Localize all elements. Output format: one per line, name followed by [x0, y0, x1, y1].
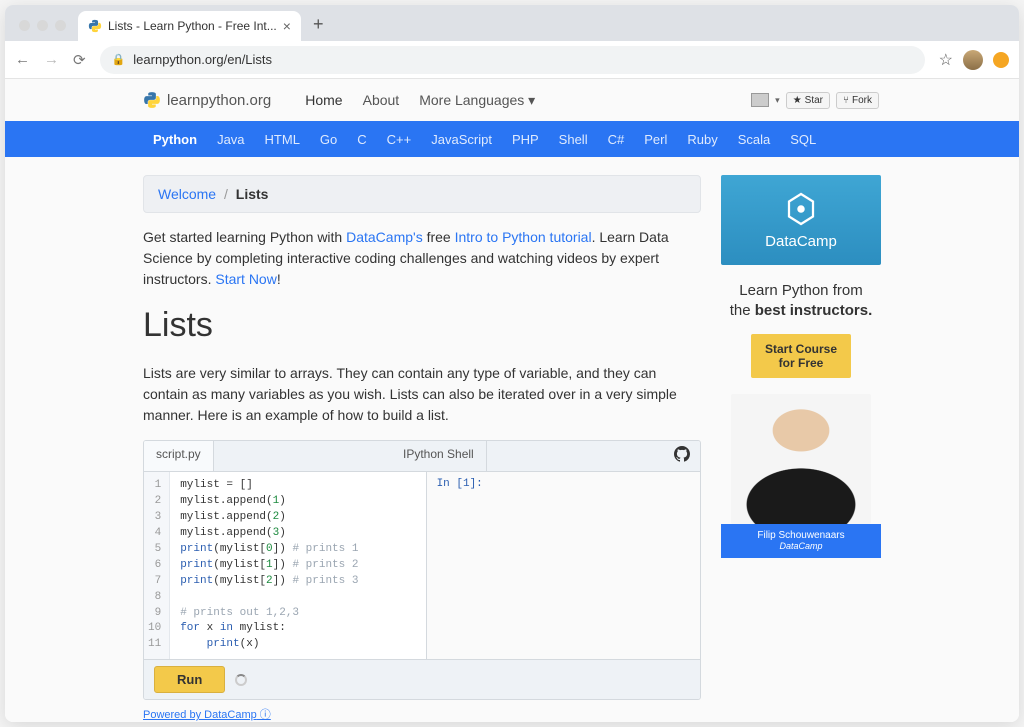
nav-home[interactable]: Home — [295, 92, 352, 108]
extension-icon[interactable] — [993, 52, 1009, 68]
run-button[interactable]: Run — [154, 666, 225, 693]
instructor-photo — [731, 394, 871, 524]
link-datacamp[interactable]: DataCamp's — [346, 229, 423, 245]
page-title: Lists — [143, 306, 701, 345]
lang-shell[interactable]: Shell — [549, 132, 598, 147]
tab-title: Lists - Learn Python - Free Int... — [108, 19, 277, 33]
description: Lists are very similar to arrays. They c… — [143, 363, 701, 426]
line-gutter: 1 2 3 4 5 6 7 8 9 10 11 — [144, 472, 170, 659]
datacamp-brand: DataCamp — [765, 233, 837, 250]
back-icon[interactable]: ← — [15, 51, 30, 68]
close-window-icon[interactable] — [19, 20, 30, 31]
breadcrumb-sep: / — [224, 186, 228, 202]
breadcrumb-home[interactable]: Welcome — [158, 186, 216, 202]
code-tabs: script.py IPython Shell — [144, 441, 700, 472]
url-text: learnpython.org/en/Lists — [133, 52, 272, 67]
maximize-window-icon[interactable] — [55, 20, 66, 31]
main-column: Welcome / Lists Get started learning Pyt… — [143, 175, 701, 722]
shell-prompt: In [1]: — [437, 478, 483, 490]
github-fork-button[interactable]: ⑂ Fork — [836, 92, 879, 109]
flag-chevron-icon[interactable]: ▾ — [775, 95, 780, 106]
new-tab-button[interactable]: + — [301, 14, 336, 41]
bookmark-star-icon[interactable]: ☆ — [939, 50, 953, 70]
lang-html[interactable]: HTML — [255, 132, 310, 147]
link-start-now[interactable]: Start Now — [215, 271, 276, 287]
lang-csharp[interactable]: C# — [598, 132, 635, 147]
start-course-button[interactable]: Start Coursefor Free — [751, 334, 851, 378]
run-bar: Run — [144, 659, 700, 699]
lock-icon: 🔒 — [112, 53, 126, 66]
minimize-window-icon[interactable] — [37, 20, 48, 31]
nav-languages[interactable]: More Languages ▾ — [409, 92, 545, 109]
instructor-org: DataCamp — [779, 541, 822, 551]
lang-java[interactable]: Java — [207, 132, 254, 147]
browser-window: Lists - Learn Python - Free Int... × + ←… — [5, 5, 1019, 722]
instructor-label: Filip Schouwenaars DataCamp — [721, 524, 881, 558]
lang-scala[interactable]: Scala — [728, 132, 781, 147]
lang-ruby[interactable]: Ruby — [677, 132, 727, 147]
sidebar-ad: DataCamp Learn Python from the best inst… — [721, 175, 881, 722]
lang-c[interactable]: C — [347, 132, 376, 147]
content-area: Welcome / Lists Get started learning Pyt… — [5, 157, 1019, 722]
window-controls — [13, 20, 78, 41]
github-icon[interactable] — [664, 441, 700, 471]
chevron-down-icon: ▾ — [528, 92, 535, 108]
lang-go[interactable]: Go — [310, 132, 347, 147]
language-flag-icon[interactable] — [751, 93, 769, 107]
brand-text: learnpython.org — [167, 92, 271, 109]
language-bar: Python Java HTML Go C C++ JavaScript PHP… — [5, 121, 1019, 157]
code-content: mylist = [] mylist.append(1) mylist.appe… — [170, 472, 368, 659]
header-right: ▾ ★ Star ⑂ Fork — [751, 92, 879, 109]
instructor-card[interactable]: Filip Schouwenaars DataCamp — [721, 394, 881, 558]
python-favicon-icon — [88, 19, 102, 33]
site-logo[interactable]: learnpython.org — [143, 91, 271, 109]
nav-about[interactable]: About — [353, 92, 410, 108]
lang-sql[interactable]: SQL — [780, 132, 826, 147]
link-intro-tutorial[interactable]: Intro to Python tutorial — [455, 229, 592, 245]
close-tab-icon[interactable]: × — [283, 18, 291, 34]
lang-cpp[interactable]: C++ — [377, 132, 422, 147]
ad-headline: Learn Python from the best instructors. — [729, 281, 873, 320]
profile-avatar-icon[interactable] — [963, 50, 983, 70]
page-content: learnpython.org Home About More Language… — [5, 79, 1019, 722]
code-body: 1 2 3 4 5 6 7 8 9 10 11 mylist = [] myli… — [144, 472, 700, 659]
tab-bar: Lists - Learn Python - Free Int... × + — [5, 5, 1019, 41]
site-header: learnpython.org Home About More Language… — [5, 79, 1019, 121]
toolbar-right: ☆ — [939, 50, 1009, 70]
lang-javascript[interactable]: JavaScript — [421, 132, 502, 147]
browser-tab[interactable]: Lists - Learn Python - Free Int... × — [78, 11, 301, 41]
powered-by-link[interactable]: Powered by DataCamp ⓘ — [143, 706, 701, 722]
code-editor[interactable]: 1 2 3 4 5 6 7 8 9 10 11 mylist = [] myli… — [144, 472, 426, 659]
github-star-button[interactable]: ★ Star — [786, 92, 830, 109]
python-logo-icon — [143, 91, 161, 109]
lang-perl[interactable]: Perl — [634, 132, 677, 147]
url-input[interactable]: 🔒 learnpython.org/en/Lists — [100, 46, 925, 74]
breadcrumb: Welcome / Lists — [143, 175, 701, 213]
breadcrumb-current: Lists — [236, 186, 269, 202]
instructor-name: Filip Schouwenaars — [725, 530, 877, 541]
lang-php[interactable]: PHP — [502, 132, 549, 147]
tab-shell[interactable]: IPython Shell — [391, 441, 487, 471]
lang-python[interactable]: Python — [143, 132, 207, 147]
spinner-icon — [235, 674, 247, 686]
address-bar: ← → ⟳ 🔒 learnpython.org/en/Lists ☆ — [5, 41, 1019, 79]
datacamp-banner[interactable]: DataCamp — [721, 175, 881, 265]
forward-icon[interactable]: → — [44, 51, 59, 68]
intro-paragraph: Get started learning Python with DataCam… — [143, 227, 701, 290]
tab-script[interactable]: script.py — [144, 441, 214, 471]
reload-icon[interactable]: ⟳ — [73, 51, 86, 69]
ipython-shell[interactable]: In [1]: — [426, 472, 700, 659]
code-widget: script.py IPython Shell 1 2 3 4 5 6 7 8 … — [143, 440, 701, 700]
datacamp-logo-icon — [785, 191, 817, 227]
